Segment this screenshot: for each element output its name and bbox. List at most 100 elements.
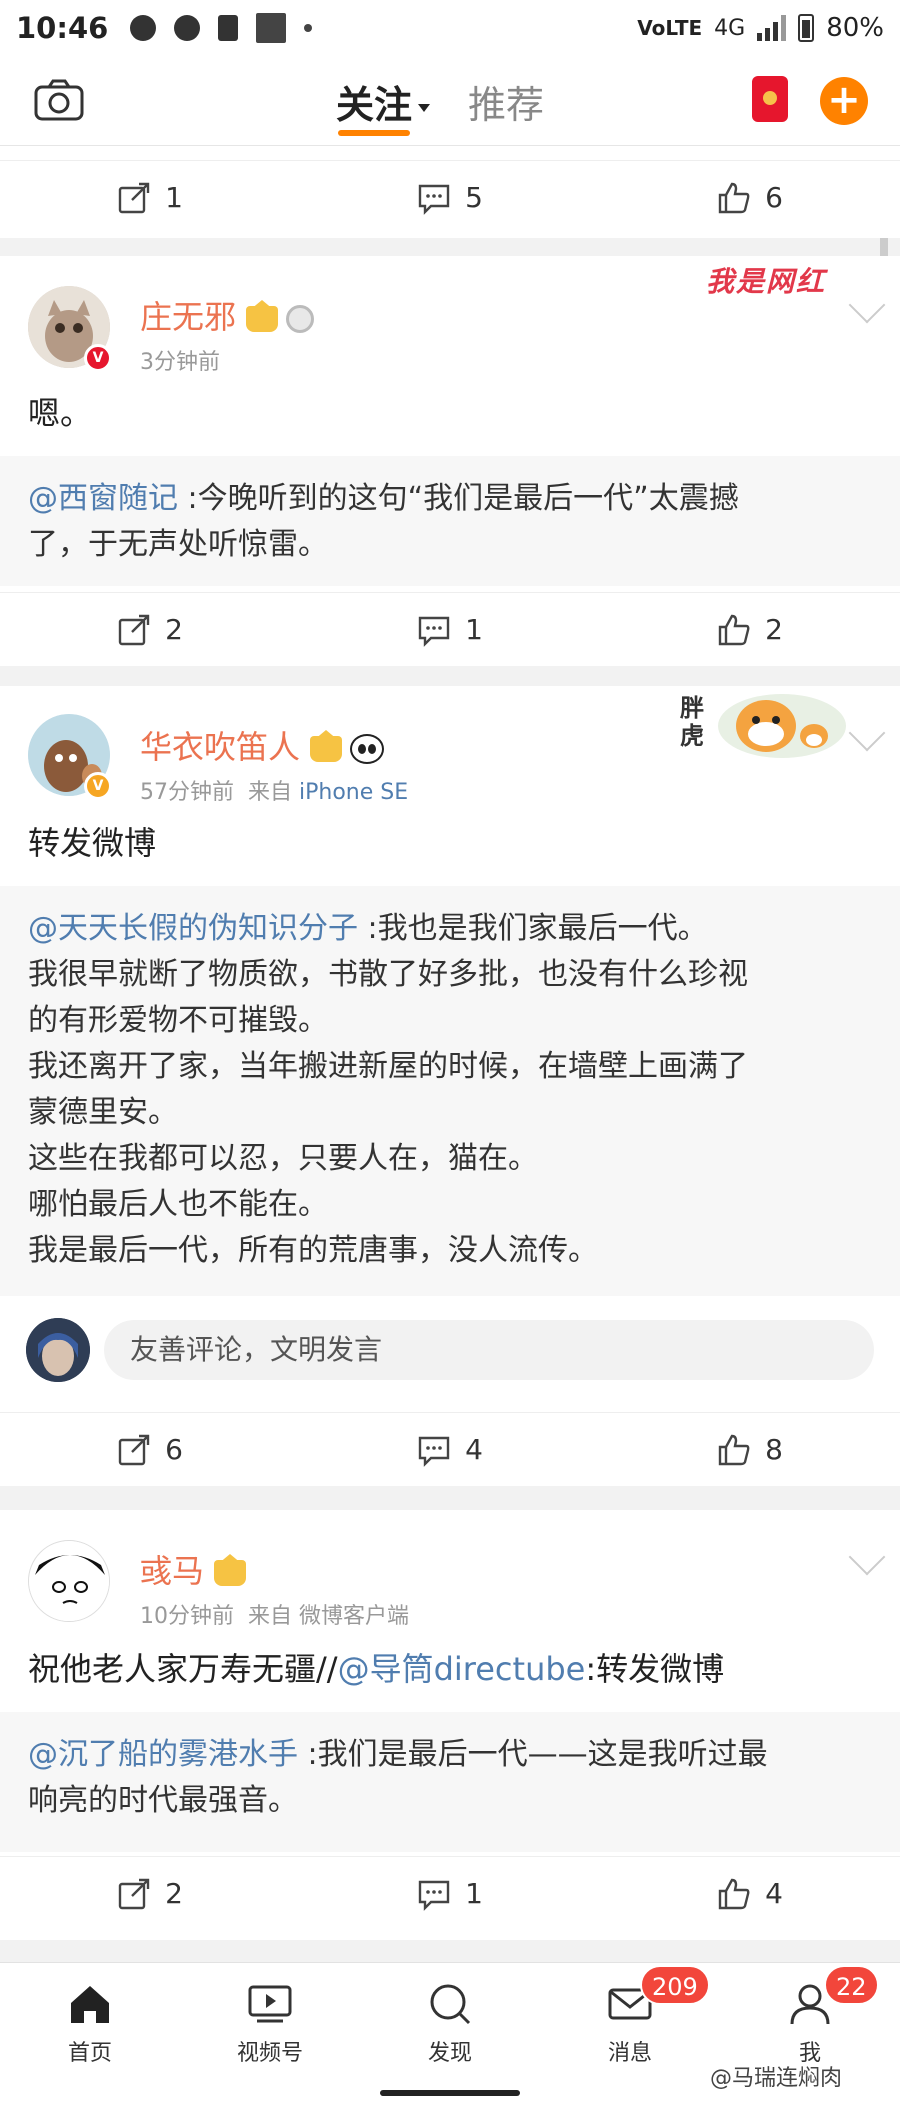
home-icon <box>71 1986 109 2023</box>
post-source[interactable]: iPhone SE <box>299 780 408 805</box>
thumbs-up-icon <box>718 614 750 645</box>
battery-icon <box>798 14 815 42</box>
tab-recommend[interactable]: 推荐 <box>468 74 544 129</box>
more-notifications-icon <box>304 24 313 32</box>
status-time: 10:46 <box>16 11 109 45</box>
tiktok-icon <box>218 15 239 41</box>
like-count: 8 <box>765 1433 783 1466</box>
battery-percent: 80% <box>826 13 884 43</box>
verified-badge-icon: V <box>84 344 112 372</box>
card-actions: 1 5 6 <box>0 160 900 234</box>
repost-count: 2 <box>165 1877 183 1910</box>
comment-button[interactable]: 1 <box>300 1857 600 1930</box>
compose-button[interactable]: + <box>820 77 868 125</box>
username[interactable]: 庄无邪 <box>140 292 315 338</box>
repost-count: 2 <box>165 613 183 646</box>
nav-video-label: 视频号 <box>236 2041 303 2066</box>
like-button[interactable]: 2 <box>600 593 900 666</box>
repost-button[interactable]: 2 <box>0 1857 300 1930</box>
post-source[interactable]: 微博客户端 <box>299 1604 409 1629</box>
repost-text-line: 的有形爱物不可摧毁。 <box>28 1003 328 1038</box>
post-mention[interactable]: @导筒directube <box>338 1650 586 1688</box>
verified-badge-icon: V <box>84 772 112 800</box>
repost-text: :我也是我们家最后一代。 <box>358 911 708 946</box>
camera-icon[interactable] <box>34 78 84 122</box>
sticker-badge: 胖虎 <box>680 690 850 766</box>
chevron-down-icon <box>418 103 431 112</box>
comment-button[interactable]: 1 <box>300 593 600 666</box>
avatar[interactable] <box>28 1540 110 1622</box>
source-label: 来自 <box>248 780 293 805</box>
like-button[interactable]: 6 <box>600 161 900 234</box>
repost-text-line: 我是最后一代，所有的荒唐事，没人流传。 <box>28 1233 598 1268</box>
search-icon <box>430 1984 471 2025</box>
repost-block[interactable]: @沉了船的雾港水手 :我们是最后一代——这是我听过最 响亮的时代最强音。 <box>0 1712 900 1852</box>
repost-count: 6 <box>165 1433 183 1466</box>
red-packet-icon[interactable] <box>752 76 788 122</box>
repost-text-line: 我很早就断了物质欲，书散了好多批，也没有什么珍视 <box>28 957 748 992</box>
feed-card: V 庄无邪 3分钟前 我是网红 嗯。 @西窗随记 :今晚听到的这句“我们是最后一… <box>0 256 900 666</box>
comment-count: 5 <box>465 181 483 214</box>
username-text: 华衣吹笛人 <box>140 728 301 766</box>
comment-count: 1 <box>465 613 483 646</box>
repost-block[interactable]: @天天长假的伪知识分子 :我也是我们家最后一代。 我很早就断了物质欲，书散了好多… <box>0 886 900 1296</box>
medal-icon <box>286 305 315 333</box>
comment-input[interactable]: 友善评论，文明发言 <box>104 1320 874 1380</box>
home-indicator[interactable] <box>380 2090 520 2096</box>
thumbs-up-icon <box>718 182 750 213</box>
comment-button[interactable]: 5 <box>300 161 600 234</box>
nav-video[interactable]: 视频号 <box>210 1981 330 2067</box>
username[interactable]: 彧马 <box>140 1546 247 1592</box>
repost-icon <box>118 1878 150 1909</box>
card-actions: 6 4 8 <box>0 1412 900 1486</box>
thumbs-up-icon <box>718 1878 750 1909</box>
nav-discover[interactable]: 发现 <box>390 1981 510 2067</box>
like-button[interactable]: 8 <box>600 1413 900 1486</box>
comment-icon <box>418 1880 450 1911</box>
post-time: 10分钟前 <box>140 1604 234 1629</box>
sticker-text: 我是网红 <box>706 265 827 298</box>
my-avatar <box>26 1318 90 1382</box>
post-meta: 57分钟前 来自 iPhone SE <box>140 774 408 806</box>
repost-mention[interactable]: @沉了船的雾港水手 <box>28 1737 298 1772</box>
like-button[interactable]: 4 <box>600 1857 900 1930</box>
post-text-suffix: :转发微博 <box>585 1650 725 1688</box>
watermark: @马瑞连焖肉 <box>710 2066 843 2091</box>
nav-discover-label: 发现 <box>427 2041 472 2066</box>
repost-block[interactable]: @西窗随记 :今晚听到的这句“我们是最后一代”太震撼 了，于无声处听惊雷。 <box>0 456 900 586</box>
wechat-icon <box>174 15 201 41</box>
post-text: 祝他老人家万寿无疆//@导筒directube:转发微博 <box>28 1646 724 1692</box>
nav-home[interactable]: 首页 <box>30 1981 150 2067</box>
chevron-down-icon[interactable] <box>848 1538 886 1576</box>
username[interactable]: 华衣吹笛人 <box>140 722 385 768</box>
repost-icon <box>118 614 150 645</box>
source-label: 来自 <box>248 1604 293 1629</box>
post-meta: 10分钟前 来自 微博客户端 <box>140 1598 409 1630</box>
status-right: VoLTE 4G 80% <box>637 13 884 43</box>
me-badge: 22 <box>824 1965 879 2005</box>
comment-icon <box>418 1436 450 1467</box>
active-tab-indicator <box>338 130 410 136</box>
network-type: 4G <box>714 15 746 41</box>
chevron-down-icon[interactable] <box>848 714 886 752</box>
repost-button[interactable]: 2 <box>0 593 300 666</box>
like-count: 6 <box>765 181 783 214</box>
repost-text: :我们是最后一代——这是我听过最 <box>298 1737 768 1772</box>
comment-count: 4 <box>465 1433 483 1466</box>
tab-follow[interactable]: 关注 <box>336 74 431 129</box>
comment-icon <box>418 616 450 647</box>
volte-icon: VoLTE <box>637 16 703 40</box>
repost-mention[interactable]: @西窗随记 <box>28 481 178 516</box>
post-time: 3分钟前 <box>140 350 220 375</box>
repost-button[interactable]: 1 <box>0 161 300 234</box>
signal-icon <box>757 15 787 41</box>
post-text: 嗯。 <box>28 394 93 432</box>
username-text: 庄无邪 <box>140 298 237 336</box>
feed-card: 彧马 10分钟前 来自 微博客户端 祝他老人家万寿无疆//@导筒directube… <box>0 1510 900 1940</box>
panda-icon <box>350 734 385 764</box>
thumbs-up-icon <box>718 1434 750 1465</box>
comment-button[interactable]: 4 <box>300 1413 600 1486</box>
repost-button[interactable]: 6 <box>0 1413 300 1486</box>
repost-mention[interactable]: @天天长假的伪知识分子 <box>28 911 358 946</box>
post-text-prefix: 祝他老人家万寿无疆// <box>28 1650 338 1688</box>
